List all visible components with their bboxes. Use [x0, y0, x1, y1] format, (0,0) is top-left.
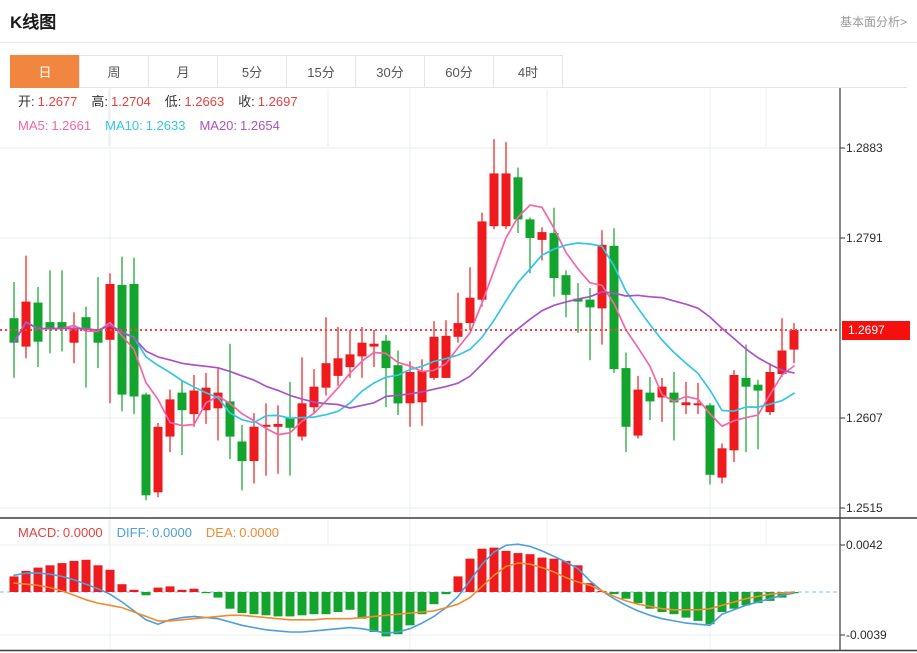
macd-readout: MACD: 0.0000 DIFF: 0.0000 DEA: 0.0000 — [18, 521, 293, 545]
ohlc-readout: 开: 1.2677 高: 1.2704 低: 1.2663 收: 1.2697 — [18, 90, 312, 114]
candles — [9, 139, 799, 501]
ma-field-0: MA5: 1.2661 — [18, 118, 92, 133]
price-tick-label: 1.2791 — [846, 231, 883, 245]
ohlc-field-2: 低: 1.2663 — [164, 94, 225, 109]
tab-period-4[interactable]: 15分 — [286, 55, 356, 88]
header-divider — [0, 42, 917, 43]
price-tick-label: 1.2515 — [846, 501, 883, 515]
current-price-flag: 1.2697 — [842, 320, 910, 340]
ohlc-field-0: 开: 1.2677 — [18, 94, 78, 109]
macd-field-2: DEA: 0.0000 — [205, 525, 280, 540]
tab-period-3[interactable]: 5分 — [217, 55, 287, 88]
tab-period-6[interactable]: 60分 — [424, 55, 494, 88]
ohlc-field-3: 收: 1.2697 — [238, 94, 298, 109]
ohlc-field-1: 高: 1.2704 — [91, 94, 151, 109]
macd-field-0: MACD: 0.0000 — [18, 525, 103, 540]
ma-field-2: MA20: 1.2654 — [199, 118, 280, 133]
tab-period-2[interactable]: 月 — [148, 55, 218, 88]
tab-period-7[interactable]: 4时 — [493, 55, 563, 88]
macd-tick-label: -0.0039 — [846, 628, 887, 642]
page-title: K线图 — [10, 13, 57, 32]
price-tick-label: 1.2883 — [846, 141, 883, 155]
period-tabbar: 日周月 5分 15分 30分 60分 4时 — [10, 55, 907, 88]
fundamental-analysis-link[interactable]: 基本面分析> — [840, 13, 907, 30]
tab-period-5[interactable]: 30分 — [355, 55, 425, 88]
price-tick-label: 1.2607 — [846, 411, 883, 425]
kline-widget: K线图 基本面分析> 日周月 5分 15分 30分 60分 4时 开: 1.2677 高: 1.… — [0, 0, 917, 653]
macd-tick-label: 0.0042 — [846, 538, 883, 552]
tab-period-0[interactable]: 日 — [10, 55, 80, 88]
tab-period-1[interactable]: 周 — [79, 55, 149, 88]
macd-field-1: DIFF: 0.0000 — [116, 525, 192, 540]
ma-readout: MA5: 1.2661 MA10: 1.2633 MA20: 1.2654 — [18, 114, 294, 138]
ma-field-1: MA10: 1.2633 — [105, 118, 186, 133]
